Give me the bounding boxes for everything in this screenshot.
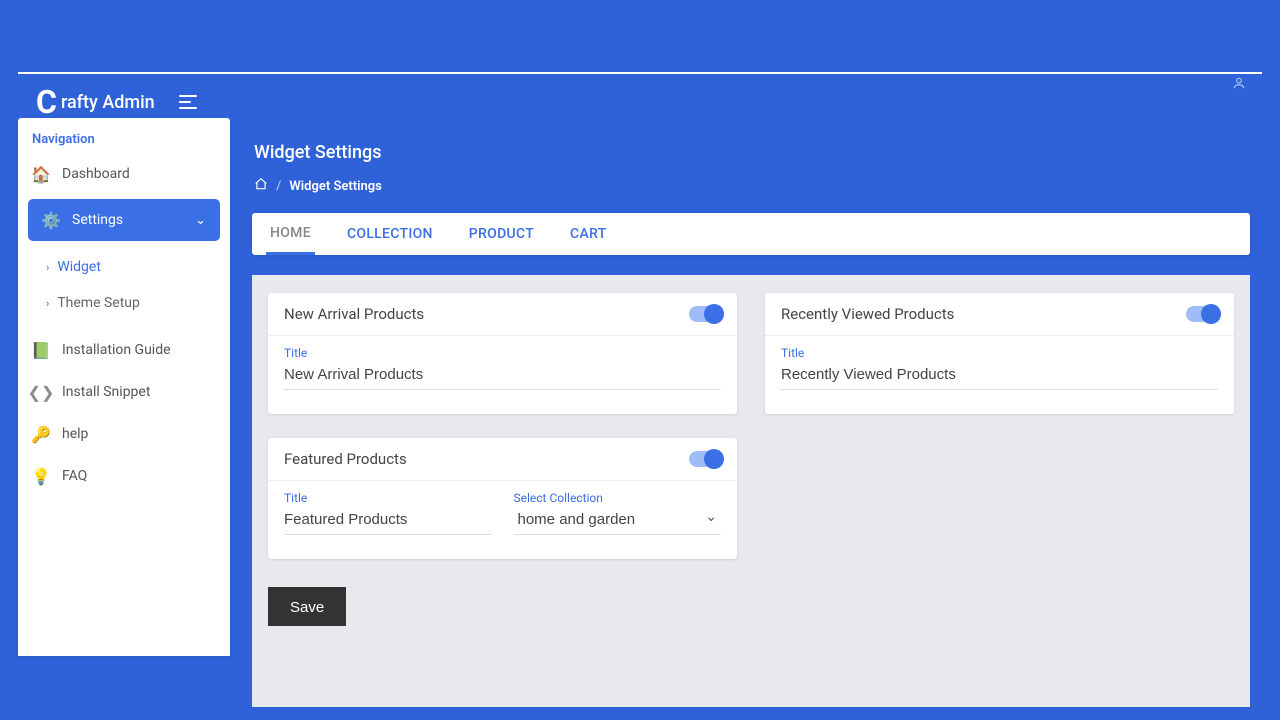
- card-featured: Featured Products Title Select Collectio…: [268, 438, 737, 559]
- page-title: Widget Settings: [254, 142, 1250, 163]
- breadcrumb-current: Widget Settings: [289, 179, 381, 194]
- sidebar-item-faq[interactable]: 💡 FAQ: [18, 455, 230, 497]
- spacer: [765, 438, 1234, 559]
- sidebar-item-settings[interactable]: ⚙️ Settings ⌄: [28, 199, 220, 241]
- sidebar-item-label: help: [62, 426, 88, 442]
- card-title: New Arrival Products: [284, 305, 424, 323]
- sidebar: Navigation 🏠 Dashboard ⚙️ Settings ⌄ › W…: [18, 118, 230, 656]
- sidebar-submenu: › Widget › Theme Setup: [18, 245, 230, 329]
- sidebar-item-label: FAQ: [62, 468, 87, 484]
- main-content: Widget Settings / Widget Settings HOME C…: [240, 118, 1262, 656]
- field-label: Title: [781, 346, 1218, 360]
- field-label: Select Collection: [514, 491, 722, 505]
- code-icon: ❮❯: [32, 383, 50, 401]
- gear-icon: ⚙️: [42, 211, 60, 229]
- breadcrumb-separator: /: [276, 179, 281, 194]
- brand-text: rafty Admin: [61, 92, 155, 113]
- sidebar-item-label: Install Snippet: [62, 384, 150, 400]
- sidebar-item-help[interactable]: 🔑 help: [18, 413, 230, 455]
- key-icon: 🔑: [32, 425, 50, 443]
- toggle-new-arrival[interactable]: [689, 306, 721, 322]
- field-label: Title: [284, 491, 492, 505]
- menu-toggle-icon[interactable]: [179, 91, 201, 113]
- title-input-new-arrival[interactable]: [284, 362, 721, 390]
- sidebar-subitem-label: Widget: [57, 259, 101, 275]
- title-input-featured[interactable]: [284, 507, 492, 535]
- home-icon: 🏠: [32, 165, 50, 183]
- brand[interactable]: C rafty Admin: [26, 82, 165, 122]
- breadcrumb: / Widget Settings: [254, 177, 1250, 195]
- card-recently-viewed: Recently Viewed Products Title: [765, 293, 1234, 414]
- tabs: HOME COLLECTION PRODUCT CART: [252, 213, 1250, 255]
- sidebar-item-dashboard[interactable]: 🏠 Dashboard: [18, 153, 230, 195]
- sidebar-item-label: Settings: [72, 212, 123, 228]
- card-new-arrival: New Arrival Products Title: [268, 293, 737, 414]
- field-label: Title: [284, 346, 721, 360]
- card-title: Recently Viewed Products: [781, 305, 954, 323]
- chevron-right-icon: ›: [46, 297, 49, 310]
- collection-select[interactable]: home and garden: [514, 507, 722, 535]
- home-icon[interactable]: [254, 177, 268, 195]
- sidebar-item-install-snippet[interactable]: ❮❯ Install Snippet: [18, 371, 230, 413]
- tab-home[interactable]: HOME: [266, 213, 315, 255]
- tab-collection[interactable]: COLLECTION: [343, 213, 437, 255]
- toggle-featured[interactable]: [689, 451, 721, 467]
- tab-product[interactable]: PRODUCT: [465, 213, 538, 255]
- chevron-down-icon: ⌄: [195, 213, 206, 228]
- chevron-right-icon: ›: [46, 261, 49, 274]
- sidebar-item-install-guide[interactable]: 📗 Installation Guide: [18, 329, 230, 371]
- card-title: Featured Products: [284, 450, 407, 468]
- toggle-recently-viewed[interactable]: [1186, 306, 1218, 322]
- sidebar-item-label: Installation Guide: [62, 342, 171, 358]
- title-input-recently-viewed[interactable]: [781, 362, 1218, 390]
- content-area: New Arrival Products Title Recently View…: [252, 275, 1250, 707]
- brand-mark: C: [36, 86, 57, 118]
- book-icon: 📗: [32, 341, 50, 359]
- save-button[interactable]: Save: [268, 587, 346, 626]
- sidebar-subitem-label: Theme Setup: [57, 295, 140, 311]
- sidebar-subitem-widget[interactable]: › Widget: [28, 249, 230, 285]
- sidebar-subitem-theme[interactable]: › Theme Setup: [28, 285, 230, 321]
- sidebar-item-label: Dashboard: [62, 166, 130, 182]
- user-icon[interactable]: [1232, 76, 1246, 94]
- tab-cart[interactable]: CART: [566, 213, 611, 255]
- nav-heading: Navigation: [18, 132, 230, 153]
- bulb-icon: 💡: [32, 467, 50, 485]
